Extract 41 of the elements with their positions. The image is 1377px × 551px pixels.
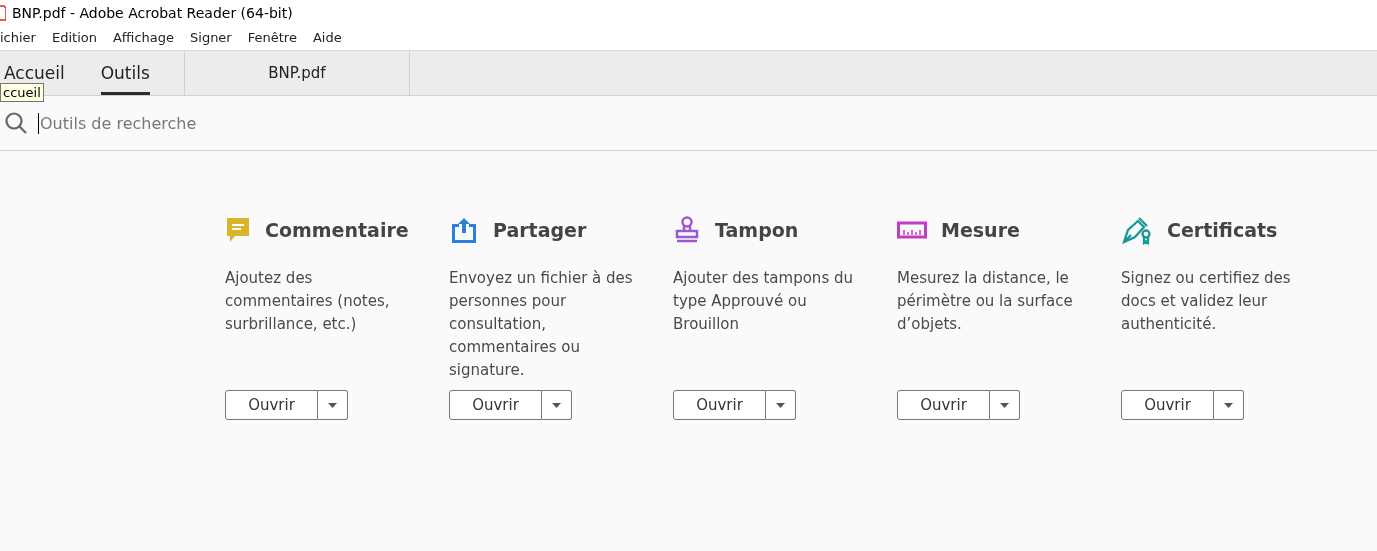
menu-item[interactable]: Fenêtre — [239, 30, 305, 45]
tool-description: Signez ou certifiez des docs et validez leur authenticité. — [1121, 268, 1292, 335]
search-field[interactable]: Outils de recherche — [38, 112, 442, 134]
menu-item[interactable]: Edition — [43, 30, 105, 45]
menu-item[interactable]: ichier — [0, 30, 44, 45]
document-tab[interactable]: BNP.pdf — [183, 51, 410, 95]
tool-title: Certificats — [1167, 219, 1278, 241]
search-icon — [4, 111, 28, 135]
open-button[interactable]: Ouvrir — [673, 390, 766, 420]
window-title: BNP.pdf - Adobe Acrobat Reader (64-bit) — [12, 4, 293, 21]
pen-ribbon-icon — [1121, 215, 1153, 245]
upload-tray-icon — [449, 216, 479, 244]
dropdown-button[interactable] — [1214, 390, 1244, 420]
dropdown-button[interactable] — [990, 390, 1020, 420]
open-button[interactable]: Ouvrir — [449, 390, 542, 420]
tool-title: Mesure — [941, 219, 1020, 241]
tool-description: Ajouter des tampons du type Approuvé ou Brouillon — [673, 268, 854, 335]
open-button[interactable]: Ouvrir — [897, 390, 990, 420]
ruler-icon — [897, 221, 927, 239]
caret-icon — [552, 402, 561, 408]
menu-item[interactable]: Aide — [304, 30, 350, 45]
tool-description: Mesurez la distance, le périmètre ou la surface d’objets. — [897, 268, 1074, 335]
tool-description: Envoyez un fichier à des personnes pour consultation, commentaires ou signature. — [449, 268, 634, 381]
caret-icon — [328, 402, 337, 408]
menu-item[interactable]: Affichage — [104, 30, 182, 45]
tool-title: Partager — [493, 219, 587, 241]
speech-bubble-icon — [225, 216, 251, 244]
tooltip: ccueil — [0, 83, 44, 102]
tool-description: Ajoutez des commentaires (notes, surbrillance, etc.) — [225, 268, 391, 335]
stamp-icon — [673, 215, 701, 245]
caret-icon — [776, 402, 785, 408]
open-button[interactable]: Ouvrir — [1121, 390, 1214, 420]
dropdown-button[interactable] — [542, 390, 572, 420]
tool-title: Tampon — [715, 219, 799, 241]
caret-icon — [1224, 402, 1233, 408]
dropdown-button[interactable] — [766, 390, 796, 420]
caret-icon — [1000, 402, 1009, 408]
menu-item[interactable]: Signer — [182, 30, 240, 45]
tool-title: Commentaire — [265, 219, 409, 241]
open-button[interactable]: Ouvrir — [225, 390, 318, 420]
dropdown-button[interactable] — [318, 390, 348, 420]
